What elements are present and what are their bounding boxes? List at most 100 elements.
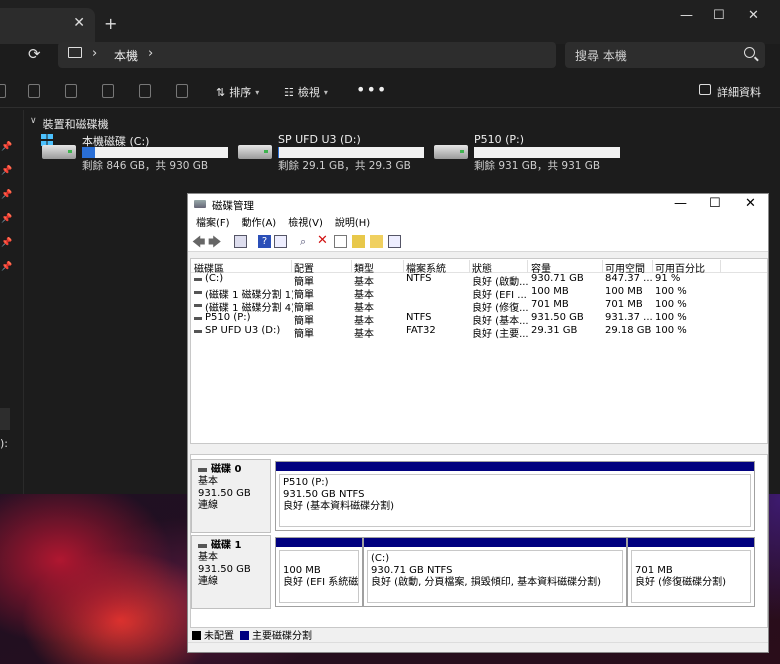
- col-volume[interactable]: 磁碟區: [194, 260, 292, 275]
- volume-cell: 100 MB: [605, 286, 643, 297]
- delete-icon[interactable]: [176, 84, 188, 98]
- view-button[interactable]: ☷ 檢視 ▾: [284, 84, 328, 100]
- tab-this-pc[interactable]: ✕: [0, 8, 95, 44]
- devices-section-header[interactable]: ∨ 裝置和磁碟機: [30, 116, 109, 132]
- close-button[interactable]: ✕: [745, 196, 756, 211]
- chevron-down-icon: ∨: [30, 116, 37, 126]
- show-hide-tree-icon[interactable]: [234, 235, 247, 248]
- list-view-icon[interactable]: [388, 235, 401, 248]
- menu-view[interactable]: 檢視(V): [288, 216, 323, 232]
- col-layout[interactable]: 配置: [294, 260, 352, 275]
- partition-c[interactable]: (C:) 930.71 GB NTFS 良好 (啟動, 分頁檔案, 損毀傾印, …: [363, 537, 627, 607]
- volume-cell: 701 MB: [531, 299, 569, 310]
- volume-cell: 簡單: [294, 329, 314, 340]
- col-free-space[interactable]: 可用空間: [605, 260, 653, 275]
- address-bar[interactable]: › 本機 ›: [58, 42, 556, 68]
- hard-drive-icon: [238, 145, 272, 159]
- partition-name: P510 (P:): [283, 477, 329, 488]
- tab-close-icon[interactable]: ✕: [73, 15, 85, 31]
- col-filesystem[interactable]: 檔案系統: [406, 260, 470, 275]
- rename-icon[interactable]: [102, 84, 114, 98]
- maximize-button[interactable]: ☐: [709, 196, 721, 211]
- details-pane-button[interactable]: 詳細資料: [699, 84, 761, 100]
- volume-row[interactable]: (磁碟 1 磁碟分割 1) 簡單 基本 良好 (EFI ... 100 MB 100 MB…: [191, 286, 767, 301]
- volume-list-header: 磁碟區 配置 類型 檔案系統 狀態 容量 可用空間 可用百分比: [191, 259, 767, 275]
- partition-name: [635, 553, 747, 565]
- partition-p510[interactable]: P510 (P:) 931.50 GB NTFS 良好 (基本資料磁碟分割): [275, 461, 755, 531]
- partition-recovery[interactable]: 701 MB 良好 (修復磁碟分割): [627, 537, 755, 607]
- partition-name: [283, 553, 355, 565]
- check-icon[interactable]: [334, 235, 347, 248]
- drive-size: 剩餘 29.1 GB，共 29.3 GB: [278, 160, 411, 172]
- help-icon[interactable]: ?: [258, 235, 271, 248]
- col-capacity[interactable]: 容量: [531, 260, 603, 275]
- partition-efi[interactable]: 100 MB 良好 (EFI 系統磁碟: [275, 537, 363, 607]
- properties-icon[interactable]: [274, 235, 287, 248]
- title-bar[interactable]: 磁碟管理 — ☐ ✕: [188, 194, 768, 216]
- paste-icon[interactable]: [65, 84, 77, 98]
- partition-name: (C:): [371, 553, 390, 564]
- volume-row[interactable]: SP UFD U3 (D:) 簡單 基本 FAT32 良好 (主要... 29.31 GB…: [191, 325, 767, 340]
- volume-cell: 930.71 GB: [531, 273, 584, 284]
- disk-status: 連線: [198, 576, 218, 587]
- view-icon: ☷: [284, 85, 294, 99]
- minimize-button[interactable]: —: [680, 8, 693, 23]
- col-status[interactable]: 狀態: [472, 260, 528, 275]
- pin-icon: 📌: [1, 142, 13, 152]
- address-bar-row: ⟳ › 本機 › 搜尋 本機: [0, 42, 780, 68]
- minimize-button[interactable]: —: [674, 196, 687, 211]
- menu-file[interactable]: 檔案(F): [196, 216, 230, 232]
- volume-row[interactable]: P510 (P:) 簡單 基本 NTFS 良好 (基本... 931.50 GB 931.3…: [191, 312, 767, 327]
- explore-folder-icon[interactable]: [370, 235, 383, 248]
- partition-size: 100 MB: [283, 565, 321, 576]
- drive-usage-fill: [82, 147, 96, 158]
- disk-0-label[interactable]: 磁碟 0 基本 931.50 GB 連線: [191, 459, 271, 533]
- volume-cell: 100 %: [655, 299, 687, 310]
- disk-status: 連線: [198, 500, 218, 511]
- volume-cell: NTFS: [406, 273, 432, 284]
- col-percent-free[interactable]: 可用百分比: [655, 260, 721, 275]
- breadcrumb-this-pc[interactable]: 本機: [114, 47, 138, 64]
- nav-item-partial[interactable]: ):: [0, 437, 8, 450]
- volume-list: 磁碟區 配置 類型 檔案系統 狀態 容量 可用空間 可用百分比 (C:) 簡單 基本…: [190, 258, 768, 444]
- cut-icon[interactable]: [0, 84, 6, 98]
- volume-cell: 29.31 GB: [531, 325, 578, 336]
- legend-swatch-primary: [240, 630, 249, 640]
- volume-row[interactable]: (磁碟 1 磁碟分割 4) 簡單 基本 良好 (修復... 701 MB 701 MB 10…: [191, 299, 767, 314]
- back-arrow-icon[interactable]: 🡄: [192, 233, 205, 250]
- legend-unallocated: 未配置: [192, 627, 234, 642]
- drive-size: 剩餘 931 GB，共 931 GB: [474, 160, 601, 172]
- volume-row[interactable]: (C:) 簡單 基本 NTFS 良好 (啟動... 930.71 GB 847.37 ...…: [191, 273, 767, 288]
- more-options-button[interactable]: •••: [356, 80, 387, 99]
- delete-icon[interactable]: ✕: [317, 233, 330, 248]
- chevron-right-icon[interactable]: ›: [148, 46, 153, 61]
- hard-drive-icon: [42, 145, 76, 159]
- window-title: 磁碟管理: [212, 200, 254, 212]
- maximize-button[interactable]: ☐: [713, 8, 725, 23]
- sort-button[interactable]: ⇅ 排序 ▾: [216, 84, 259, 100]
- share-icon[interactable]: [139, 84, 151, 98]
- new-tab-button[interactable]: +: [104, 14, 117, 33]
- open-folder-icon[interactable]: [352, 235, 365, 248]
- drive-size: 剩餘 846 GB，共 930 GB: [82, 160, 209, 172]
- menu-action[interactable]: 動作(A): [242, 216, 277, 232]
- partition-body: 701 MB 良好 (修復磁碟分割): [631, 550, 751, 603]
- disk-1-label[interactable]: 磁碟 1 基本 931.50 GB 連線: [191, 535, 271, 609]
- refresh-icon[interactable]: ⟳: [28, 45, 41, 63]
- partition-header: [276, 538, 362, 547]
- volume-icon: [194, 330, 202, 333]
- nav-selected-item[interactable]: [0, 408, 10, 430]
- col-type[interactable]: 類型: [354, 260, 404, 275]
- volume-icon: [194, 304, 202, 307]
- copy-icon[interactable]: [28, 84, 40, 98]
- connect-disk-icon[interactable]: ⌕: [300, 235, 313, 248]
- search-input[interactable]: 搜尋 本機: [565, 42, 765, 68]
- volume-cell: FAT32: [406, 325, 436, 336]
- disk-icon: [198, 544, 207, 548]
- forward-arrow-icon[interactable]: 🡆: [208, 233, 221, 250]
- close-button[interactable]: ✕: [748, 8, 759, 23]
- disk-management-icon: [194, 200, 206, 208]
- chevron-right-icon[interactable]: ›: [92, 46, 97, 61]
- menu-help[interactable]: 說明(H): [335, 216, 370, 232]
- volume-cell: 91 %: [655, 273, 681, 284]
